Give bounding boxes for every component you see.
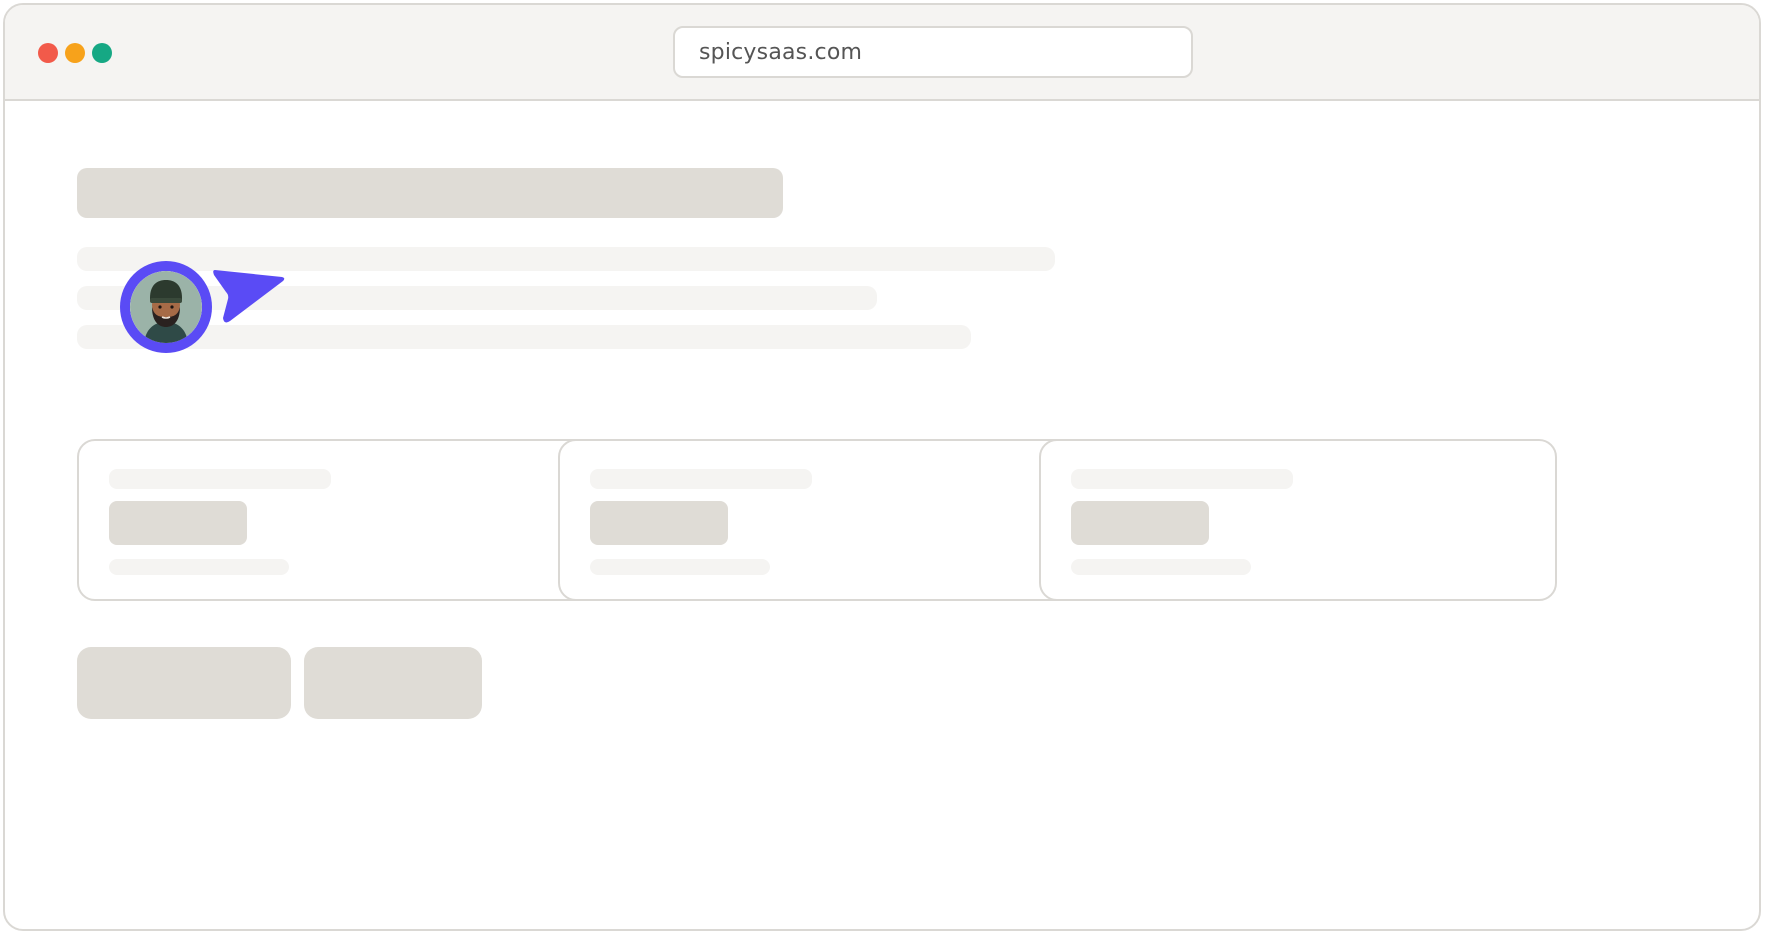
stat-card-value-placeholder — [109, 501, 247, 545]
address-bar[interactable]: spicysaas.com — [673, 26, 1193, 78]
stat-card-1[interactable] — [77, 439, 595, 601]
primary-button-placeholder[interactable] — [77, 647, 291, 719]
secondary-button-placeholder[interactable] — [304, 647, 482, 719]
browser-window: spicysaas.com — [3, 3, 1761, 931]
browser-titlebar: spicysaas.com — [5, 5, 1759, 101]
page-content — [5, 101, 1759, 929]
collaborator-cursor — [120, 261, 300, 371]
minimize-window-button[interactable] — [65, 43, 85, 63]
stat-card-label-placeholder — [109, 469, 331, 489]
stat-card-value-placeholder — [590, 501, 728, 545]
page-title-placeholder — [77, 168, 783, 218]
stat-card-label-placeholder — [1071, 469, 1293, 489]
stat-card-value-placeholder — [1071, 501, 1209, 545]
stat-card-caption-placeholder — [1071, 559, 1251, 575]
stat-card-2[interactable] — [558, 439, 1076, 601]
user-avatar-icon — [130, 271, 202, 343]
stat-card-caption-placeholder — [109, 559, 289, 575]
close-window-button[interactable] — [38, 43, 58, 63]
cursor-pointer-icon — [213, 270, 285, 323]
stat-card-caption-placeholder — [590, 559, 770, 575]
stat-card-3[interactable] — [1039, 439, 1557, 601]
collaborator-avatar-ring — [120, 261, 212, 353]
stat-card-label-placeholder — [590, 469, 812, 489]
maximize-window-button[interactable] — [92, 43, 112, 63]
address-bar-url: spicysaas.com — [699, 39, 863, 65]
